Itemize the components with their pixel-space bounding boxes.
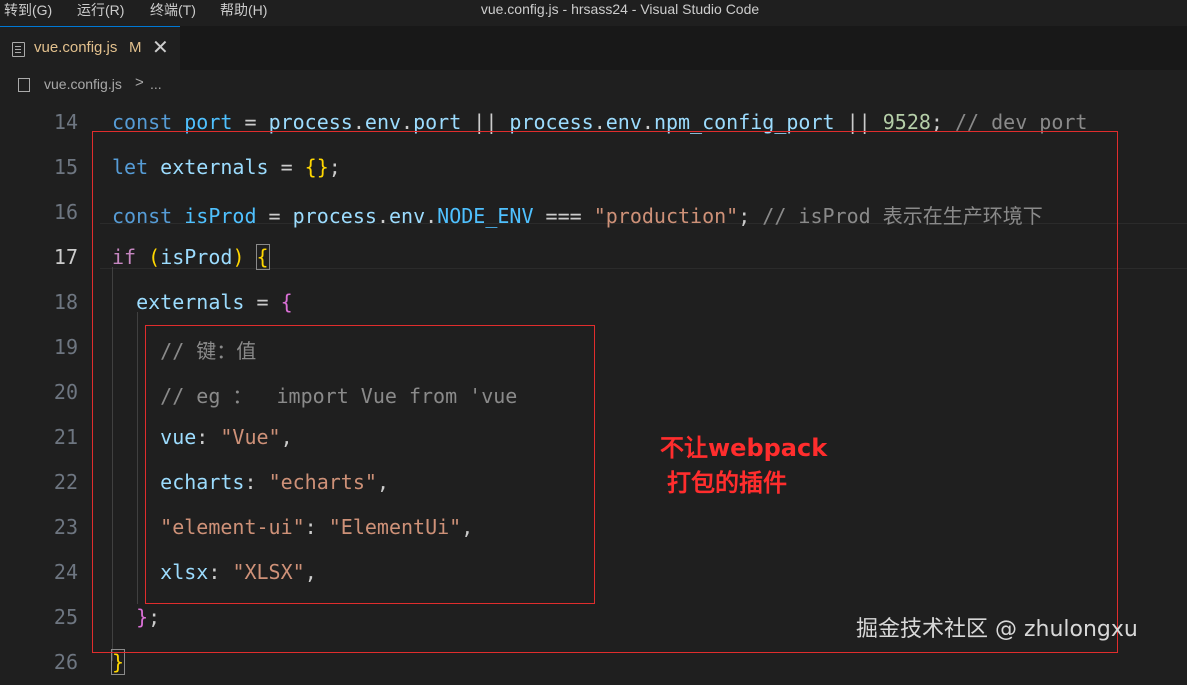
window-title: vue.config.js - hrsass24 - Visual Studio… [480, 1, 760, 17]
line-number: 23 [53, 515, 78, 539]
menu-terminal[interactable]: 终端(T) [150, 0, 196, 20]
file-icon [12, 42, 25, 57]
breadcrumb: vue.config.js > ... [0, 70, 1187, 100]
editor-tab[interactable]: vue.config.js M ✕ [0, 26, 180, 71]
code-token: } [110, 649, 126, 675]
modified-indicator: M [129, 39, 142, 56]
line-number: 19 [53, 335, 78, 359]
line-number: 26 [53, 650, 78, 674]
file-icon [18, 78, 30, 92]
breadcrumb-file[interactable]: vue.config.js [44, 76, 122, 92]
line-number: 15 [53, 155, 78, 179]
chevron-right-icon: > [135, 74, 144, 91]
line-number: 17 [53, 245, 78, 269]
line-number: 21 [53, 425, 78, 449]
code-text: } [110, 649, 126, 675]
line-number: 22 [53, 470, 78, 494]
menu-run[interactable]: 运行(R) [77, 0, 124, 20]
tab-bar: vue.config.js M ✕ [0, 26, 1187, 71]
breadcrumb-more[interactable]: ... [150, 76, 162, 92]
menu-help[interactable]: 帮助(H) [220, 0, 267, 20]
line-number: 18 [53, 290, 78, 314]
line-number: 16 [53, 200, 78, 224]
menu-goto[interactable]: 转到(G) [4, 0, 52, 20]
line-number: 24 [53, 560, 78, 584]
line-number: 25 [53, 605, 78, 629]
line-number: 20 [53, 380, 78, 404]
tab-file-name: vue.config.js [34, 39, 118, 56]
annotation-line-1: 不让webpack [660, 434, 828, 462]
line-number: 14 [53, 110, 78, 134]
highlight-box-inner [145, 325, 595, 604]
watermark: 掘金技术社区 @ zhulongxu [856, 617, 1138, 642]
annotation-line-2: 打包的插件 [667, 469, 787, 497]
close-icon[interactable]: ✕ [152, 35, 169, 60]
title-bar: 转到(G) 运行(R) 终端(T) 帮助(H) vue.config.js - … [0, 0, 1187, 26]
